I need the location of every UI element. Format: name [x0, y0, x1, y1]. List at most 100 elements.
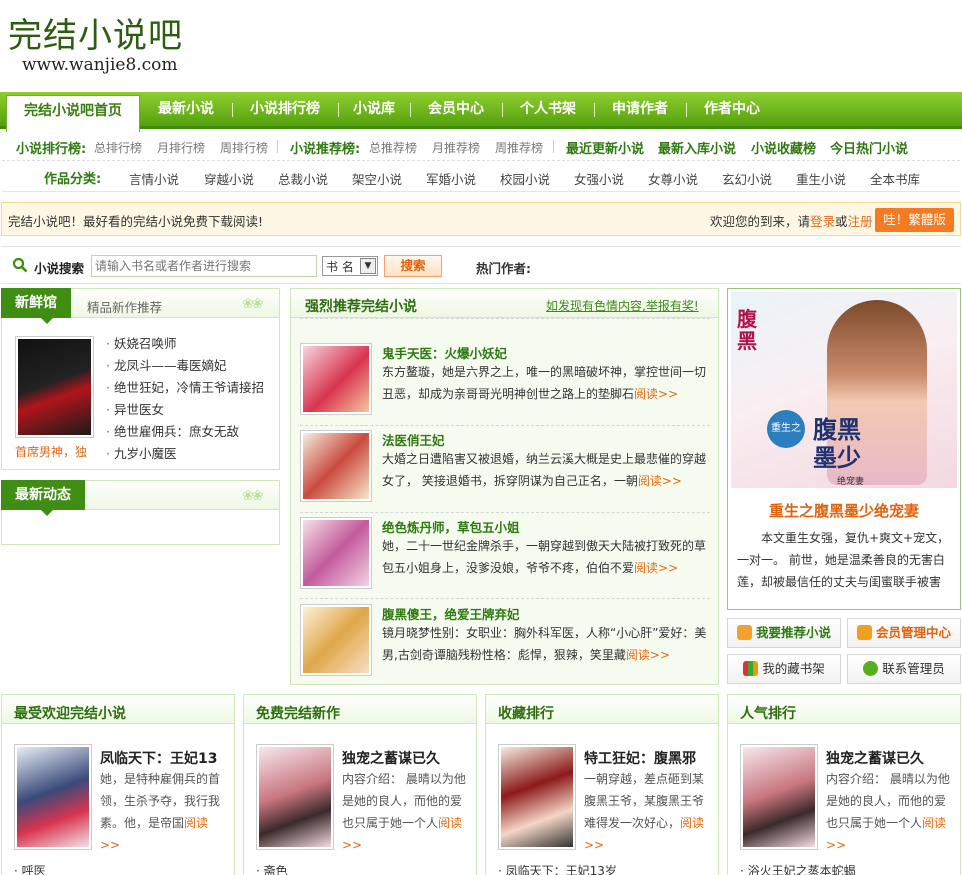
nav-bookshelf[interactable]: 个人书架: [508, 92, 588, 126]
link-recent-updates[interactable]: 最近更新小说: [566, 138, 644, 157]
fresh-list-item[interactable]: 异世医女: [106, 399, 164, 418]
rec-item-title[interactable]: 法医俏王妃: [382, 430, 445, 449]
decoration: ❀❀: [242, 296, 264, 312]
fresh-cover-image[interactable]: [15, 336, 94, 438]
category-alt-history[interactable]: 架空小说: [352, 169, 402, 188]
category-fantasy[interactable]: 玄幻小说: [722, 169, 772, 188]
nav-library[interactable]: 小说库: [344, 92, 404, 126]
rec-item-title[interactable]: 绝色炼丹师，草包五小姐: [382, 517, 520, 536]
bookshelf-button[interactable]: 我的藏书架: [727, 654, 841, 684]
main-nav: 完结小说吧首页 最新小说 小说排行榜 小说库 会员中心 个人书架 申请作者 作者…: [0, 92, 962, 132]
rank-link-week[interactable]: 周排行榜: [220, 139, 268, 156]
decoration: ❀❀: [242, 488, 264, 504]
rank-link-month[interactable]: 月排行榜: [157, 139, 205, 156]
fresh-list-item[interactable]: 龙凤斗——毒医嫡妃: [106, 355, 227, 374]
rank-link-total[interactable]: 总排行榜: [94, 139, 142, 156]
popularity-list-item[interactable]: · 浴火王妃之蒸本蛇蝎: [740, 862, 856, 875]
rec-item-desc: 东方鳌璇，她是六界之上，唯一的黑暗破坏神，掌控世间一切丑恶，却成为亲哥哥光明神创…: [382, 361, 710, 405]
category-campus[interactable]: 校园小说: [500, 169, 550, 188]
fresh-list-item[interactable]: 绝世雇佣兵：庶女无敌: [106, 421, 239, 440]
rec-cover-image[interactable]: [300, 430, 372, 502]
search-input[interactable]: [91, 255, 317, 277]
feature-cover-image[interactable]: 腹黑 重生之 腹黑 墨少 绝宠妻: [731, 292, 957, 488]
category-time-travel[interactable]: 穿越小说: [204, 169, 254, 188]
rec-cover-image[interactable]: [300, 517, 372, 589]
hot-authors-label: 热门作者:: [476, 261, 531, 276]
chevron-down-icon: ▼: [360, 258, 376, 274]
read-more-link[interactable]: 阅读>>: [634, 387, 678, 401]
nav-home[interactable]: 完结小说吧首页: [6, 95, 140, 132]
recommend-novel-button[interactable]: 我要推荐小说: [727, 618, 841, 648]
feature-title[interactable]: 重生之腹黑墨少绝宠妻: [733, 500, 955, 521]
dynamic-tab[interactable]: 最新动态: [1, 480, 85, 516]
contact-admin-label: 联系管理员: [882, 661, 945, 676]
traditional-chinese-button[interactable]: 哇！繁體版: [875, 208, 954, 232]
free-new-book-desc: 内容介绍： 晨晴以为他是她的良人，而他的爱也只属于她一个人阅读>>: [342, 768, 466, 856]
popularity-book-title[interactable]: 独宠之蓄谋已久: [826, 748, 924, 768]
popular-list-item[interactable]: · 呼医: [14, 862, 46, 875]
category-female-honor[interactable]: 女尊小说: [648, 169, 698, 188]
favorites-list-item[interactable]: · 凤临天下：王妃13岁: [498, 862, 617, 875]
site-logo-text[interactable]: 完结小说吧: [8, 14, 183, 58]
login-link[interactable]: 登录: [810, 214, 835, 229]
link-hot-today[interactable]: 今日热门小说: [830, 138, 908, 157]
rec-item-desc: 大婚之日遭陷害又被退婚，纳兰云溪大概是史上最悲催的穿越女了， 笑接退婚书，拆穿阴…: [382, 448, 710, 492]
favorites-cover-image[interactable]: [498, 744, 576, 850]
link-favorites-rank[interactable]: 小说收藏榜: [751, 138, 816, 157]
register-link[interactable]: 注册: [848, 214, 873, 229]
nav-latest[interactable]: 最新小说: [146, 92, 226, 126]
fresh-list-item[interactable]: 妖娆召唤师: [106, 333, 177, 352]
category-title: 作品分类:: [44, 172, 102, 187]
popular-title: 最受欢迎完结小说: [14, 706, 126, 722]
popular-book-title[interactable]: 凤临天下：王妃13: [100, 748, 217, 768]
rec-link-week[interactable]: 周推荐榜: [495, 139, 543, 156]
link-new-entries[interactable]: 最新入库小说: [658, 138, 736, 157]
popular-cover-image[interactable]: [14, 744, 92, 850]
fresh-cover-caption[interactable]: 首席男神，独: [15, 443, 87, 460]
nav-member-center[interactable]: 会员中心: [416, 92, 496, 126]
search-type-select[interactable]: 书 名 ▼: [322, 256, 378, 276]
category-romance[interactable]: 言情小说: [129, 169, 179, 188]
category-strong-female[interactable]: 女强小说: [574, 169, 624, 188]
popularity-cover-image[interactable]: [740, 744, 818, 850]
rec-item-desc: 镜月晓梦性别：女职业：胸外科军医，人称“小心肝”爱好：美男,古剑奇谭脑残粉性格：…: [382, 622, 710, 666]
rec-cover-image[interactable]: [300, 343, 372, 415]
category-ceo[interactable]: 总裁小说: [278, 169, 328, 188]
fresh-list-item[interactable]: 绝世狂妃，冷情王爷请接招: [106, 377, 264, 396]
cover-title-1: 腹黑: [737, 307, 757, 353]
cover-subtitle: 绝宠妻: [837, 477, 865, 487]
rec-item-title[interactable]: 腹黑傻王，绝爱王牌弃妃: [382, 604, 520, 623]
category-full-library[interactable]: 全本书库: [870, 169, 920, 188]
rec-link-month[interactable]: 月推荐榜: [432, 139, 480, 156]
divider: [300, 512, 710, 513]
free-new-list-item[interactable]: · 斋色: [256, 862, 288, 875]
fresh-list-item[interactable]: 九岁小魔医: [106, 443, 177, 462]
nav-author-center[interactable]: 作者中心: [692, 92, 772, 126]
fresh-tab[interactable]: 新鲜馆: [1, 288, 71, 324]
search-button[interactable]: 搜索: [384, 255, 442, 277]
category-rebirth[interactable]: 重生小说: [796, 169, 846, 188]
rec-item-title[interactable]: 鬼手天医：火爆小妖妃: [382, 343, 507, 362]
member-center-label: 会员管理中心: [875, 625, 951, 640]
divider: [553, 140, 554, 153]
member-center-button[interactable]: 会员管理中心: [847, 618, 961, 648]
popularity-book-desc: 内容介绍： 晨晴以为他是她的良人，而他的爱也只属于她一个人阅读>>: [826, 768, 950, 856]
favorites-book-title[interactable]: 特工狂妃：腹黑邪: [584, 748, 696, 768]
report-link[interactable]: 如发现有色情内容,举报有奖!: [546, 297, 699, 314]
category-bar: 作品分类: 言情小说 穿越小说 总裁小说 架空小说 军婚小说 校园小说 女强小说…: [2, 161, 960, 192]
cover-title-2b: 墨少: [813, 443, 861, 472]
free-new-book-title[interactable]: 独宠之蓄谋已久: [342, 748, 440, 768]
rec-link-total[interactable]: 总推荐榜: [369, 139, 417, 156]
nav-ranking[interactable]: 小说排行榜: [238, 92, 332, 126]
free-new-cover-image[interactable]: [256, 744, 334, 850]
books-icon: [743, 661, 759, 676]
contact-admin-button[interactable]: 联系管理员: [847, 654, 961, 684]
divider: [300, 425, 710, 426]
category-military-marriage[interactable]: 军婚小说: [426, 169, 476, 188]
nav-separator: [232, 103, 233, 117]
read-more-link[interactable]: 阅读>>: [638, 474, 682, 488]
read-more-link[interactable]: 阅读>>: [634, 561, 678, 575]
nav-apply-author[interactable]: 申请作者: [600, 92, 680, 126]
rec-cover-image[interactable]: [300, 604, 372, 676]
read-more-link[interactable]: 阅读>>: [626, 648, 670, 662]
